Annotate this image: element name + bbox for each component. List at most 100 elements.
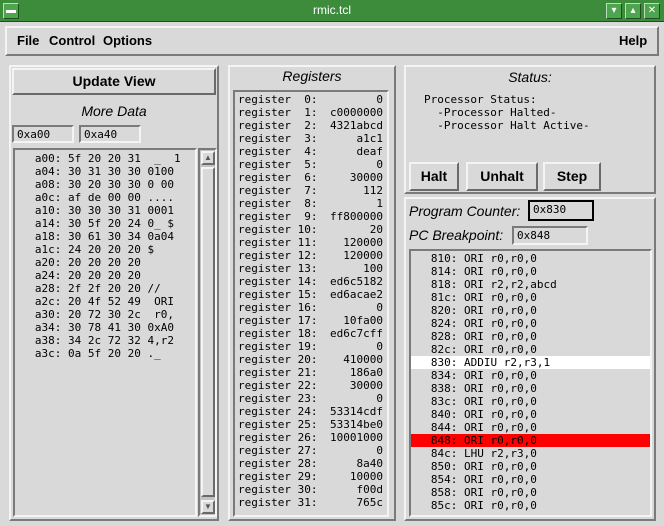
program-line[interactable]: 840: ORI r0,r0,0 — [411, 408, 650, 421]
memory-row[interactable]: a20: 20 20 20 20 — [15, 256, 195, 269]
register-row: register 19: 0 — [238, 340, 387, 353]
memory-row[interactable]: a38: 34 2c 72 32 4,r2 — [15, 334, 195, 347]
memory-row[interactable]: a30: 20 72 30 2c r0, — [15, 308, 195, 321]
program-listing[interactable]: 810: ORI r0,r0,0 814: ORI r0,r0,0 818: O… — [409, 249, 652, 517]
program-line[interactable]: 834: ORI r0,r0,0 — [411, 369, 650, 382]
maximize-icon[interactable]: ▴ — [625, 3, 641, 19]
register-name: register 14: — [238, 275, 318, 288]
more-data-heading: More Data — [81, 103, 147, 119]
minimize-icon[interactable]: ▾ — [606, 3, 622, 19]
program-line[interactable]: 810: ORI r0,r0,0 — [411, 252, 650, 265]
register-value: ed6acae2 — [330, 288, 383, 301]
program-line[interactable]: 818: ORI r2,r2,abcd — [411, 278, 650, 291]
close-icon[interactable]: ✕ — [644, 3, 660, 19]
program-line-current[interactable]: 830: ADDIU r2,r3,1 — [411, 356, 650, 369]
program-line[interactable]: 828: ORI r0,r0,0 — [411, 330, 650, 343]
register-name: register 1: — [238, 106, 318, 119]
registers-list: register 0: 0 register 1: c0000000 register … — [233, 90, 389, 517]
memory-row[interactable]: a34: 30 78 41 30 0xA0 — [15, 321, 195, 334]
register-value: 410000 — [343, 353, 383, 366]
register-row: register 24: 53314cdf — [238, 405, 387, 418]
memory-dump-list[interactable]: a00: 5f 20 20 31 _ 1 a04: 30 31 30 30 01… — [13, 148, 197, 517]
scroll-up-icon[interactable]: ▲ — [201, 151, 215, 165]
register-row: register 25: 53314be0 — [238, 418, 387, 431]
memory-row[interactable]: a1c: 24 20 20 20 $ — [15, 243, 195, 256]
memory-row[interactable]: a28: 2f 2f 20 20 // — [15, 282, 195, 295]
register-name: register 18: — [238, 327, 318, 340]
memory-row[interactable]: a04: 30 31 30 30 0100 — [15, 165, 195, 178]
register-value: f00d — [356, 483, 384, 496]
menu-file[interactable]: File — [17, 33, 39, 48]
register-row: register 30: f00d — [238, 483, 387, 496]
program-line[interactable]: 814: ORI r0,r0,0 — [411, 265, 650, 278]
status-line: Processor Status: — [424, 93, 537, 106]
register-row: register 0: 0 — [238, 93, 387, 106]
program-line[interactable]: 844: ORI r0,r0,0 — [411, 421, 650, 434]
register-value: c0000000 — [330, 106, 383, 119]
program-line[interactable]: 838: ORI r0,r0,0 — [411, 382, 650, 395]
register-row: register 13: 100 — [238, 262, 387, 275]
program-line[interactable]: 854: ORI r0,r0,0 — [411, 473, 650, 486]
program-line[interactable]: 82c: ORI r0,r0,0 — [411, 343, 650, 356]
memory-row[interactable]: a08: 30 20 30 30 0 00 — [15, 178, 195, 191]
memory-row[interactable]: a10: 30 30 30 31 0001 — [15, 204, 195, 217]
registers-panel: Registers register 0: 0 register 1: c000000… — [228, 65, 396, 521]
memory-start-address-field[interactable]: 0xa00 — [12, 125, 74, 143]
program-line[interactable]: 824: ORI r0,r0,0 — [411, 317, 650, 330]
register-name: register 10: — [238, 223, 318, 236]
memory-scrollbar[interactable]: ▲ ▼ — [198, 148, 217, 517]
register-value: ed6c7cff — [330, 327, 383, 340]
register-name: register 25: — [238, 418, 318, 431]
program-line[interactable]: 83c: ORI r0,r0,0 — [411, 395, 650, 408]
program-line[interactable]: 820: ORI r0,r0,0 — [411, 304, 650, 317]
title-bar[interactable]: ▬ rmic.tcl ▾ ▴ ✕ — [0, 0, 664, 22]
unhalt-button[interactable]: Unhalt — [466, 162, 538, 191]
register-name: register 2: — [238, 119, 318, 132]
register-value: 0 — [376, 444, 383, 457]
register-value: 0 — [376, 158, 383, 171]
halt-button[interactable]: Halt — [409, 162, 459, 191]
register-value: 0 — [376, 392, 383, 405]
program-line[interactable]: 85c: ORI r0,r0,0 — [411, 499, 650, 512]
pc-breakpoint-field[interactable]: 0x848 — [512, 226, 588, 245]
update-view-button[interactable]: Update View — [12, 68, 216, 95]
memory-row[interactable]: a00: 5f 20 20 31 _ 1 — [15, 152, 195, 165]
register-value: 120000 — [343, 236, 383, 249]
register-row: register 15: ed6acae2 — [238, 288, 387, 301]
scroll-thumb[interactable] — [201, 167, 215, 497]
menu-options[interactable]: Options — [103, 33, 152, 48]
register-row: register 22: 30000 — [238, 379, 387, 392]
register-name: register 12: — [238, 249, 318, 262]
memory-row[interactable]: a0c: af de 00 00 .... — [15, 191, 195, 204]
register-name: register 23: — [238, 392, 318, 405]
program-line[interactable]: 858: ORI r0,r0,0 — [411, 486, 650, 499]
program-line[interactable]: 84c: LHU r2,r3,0 — [411, 447, 650, 460]
memory-row[interactable]: a18: 30 61 30 34 0a04 — [15, 230, 195, 243]
program-counter-field[interactable]: 0x830 — [528, 200, 594, 221]
register-value: 53314cdf — [330, 405, 383, 418]
register-value: 100 — [363, 262, 383, 275]
scroll-down-icon[interactable]: ▼ — [201, 500, 215, 514]
register-value: 0 — [376, 340, 383, 353]
memory-row[interactable]: a24: 20 20 20 20 — [15, 269, 195, 282]
menu-help[interactable]: Help — [619, 33, 647, 48]
memory-row[interactable]: a2c: 20 4f 52 49 ORI — [15, 295, 195, 308]
menu-bar: File Control Options Help — [5, 26, 659, 56]
menu-control[interactable]: Control — [49, 33, 95, 48]
register-row: register 7: 112 — [238, 184, 387, 197]
step-button[interactable]: Step — [543, 162, 601, 191]
register-value: 53314be0 — [330, 418, 383, 431]
program-line[interactable]: 81c: ORI r0,r0,0 — [411, 291, 650, 304]
status-panel: Status: Processor Status: -Processor Hal… — [404, 65, 656, 194]
register-name: register 7: — [238, 184, 318, 197]
register-name: register 0: — [238, 93, 318, 106]
register-value: 10000 — [349, 470, 383, 483]
memory-row[interactable]: a14: 30 5f 20 24 0_ $ — [15, 217, 195, 230]
program-line[interactable]: 850: ORI r0,r0,0 — [411, 460, 650, 473]
register-value: 1 — [376, 197, 383, 210]
program-line-breakpoint[interactable]: 848: ORI r0,r0,0 — [411, 434, 650, 447]
memory-row[interactable]: a3c: 0a 5f 20 20 ._ — [15, 347, 195, 360]
register-row: register 29: 10000 — [238, 470, 387, 483]
memory-end-address-field[interactable]: 0xa40 — [79, 125, 141, 143]
memory-panel: Update View More Data 0xa00 0xa40 a00: 5… — [9, 65, 219, 521]
